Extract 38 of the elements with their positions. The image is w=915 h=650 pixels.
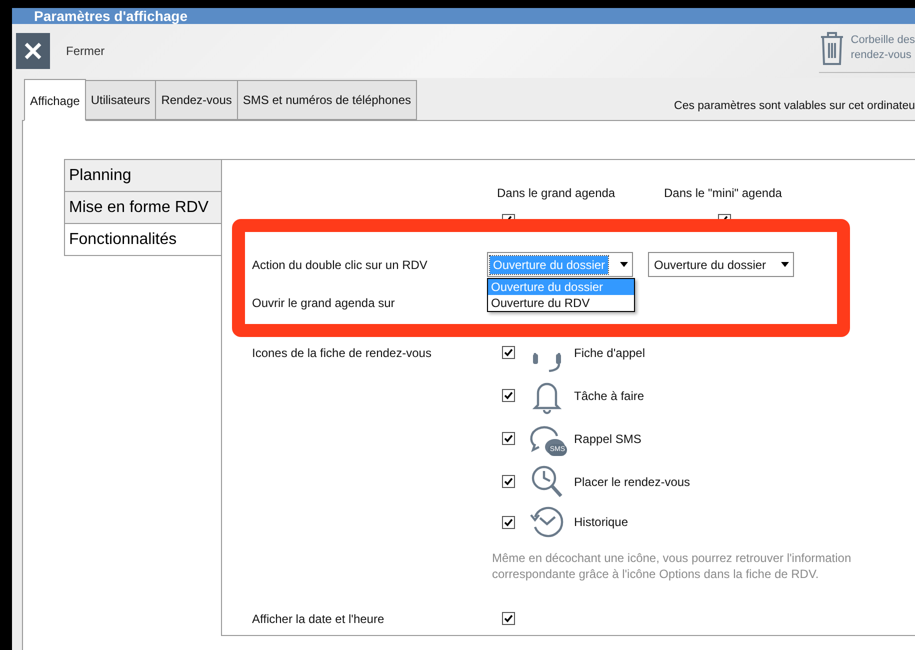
- column-header: Dans le grand agenda: [496, 186, 616, 200]
- help-note: Même en décochant une icône, vous pourrez retrouver l'information correspondante grâce à l'icône Options dans la fiche de RDV.: [492, 550, 852, 582]
- section-tab[interactable]: Fonctionnalités: [64, 224, 222, 256]
- trash-button[interactable]: Corbeille des rendez-vous: [818, 30, 915, 72]
- column-header: Dans le "mini" agenda: [663, 186, 783, 200]
- tab[interactable]: Rendez-vous: [156, 80, 238, 120]
- close-button[interactable]: [16, 33, 50, 69]
- dropdown[interactable]: Ouverture du dossier: [648, 252, 794, 277]
- dropdown-option[interactable]: Ouverture du RDV: [488, 295, 634, 311]
- caret-icon: [620, 262, 628, 267]
- checkbox[interactable]: [502, 475, 515, 488]
- trash-icon: [818, 30, 845, 66]
- checkbox[interactable]: [718, 214, 731, 219]
- checkbox[interactable]: [502, 516, 515, 528]
- close-label: Fermer: [66, 44, 105, 58]
- option-label: Placer le rendez-vous: [574, 474, 690, 488]
- checkbox[interactable]: [502, 612, 515, 625]
- tab[interactable]: SMS et numéros de téléphones: [238, 80, 418, 120]
- tab[interactable]: Utilisateurs: [86, 80, 156, 120]
- setting-label: Afficher la date et l'heure: [252, 612, 386, 626]
- checkbox[interactable]: [502, 432, 515, 445]
- option-label: Tâche à faire: [574, 388, 644, 402]
- checkbox[interactable]: [502, 214, 515, 219]
- tab[interactable]: Affichage: [24, 79, 86, 121]
- setting-label: Icones de la fiche de rendez-vous: [252, 346, 432, 360]
- scope-note: Ces paramètres sont valables sur cet ordinateu: [674, 100, 915, 112]
- setting-label: Action du double clic sur un RDV: [252, 258, 428, 272]
- caret-icon: [781, 262, 789, 267]
- checkbox[interactable]: [502, 346, 515, 359]
- option-label: Fiche d'appel: [574, 346, 646, 360]
- section-tab[interactable]: Mise en forme RDV: [64, 192, 222, 224]
- close-icon: [24, 42, 42, 60]
- checkbox[interactable]: [502, 389, 515, 402]
- window-title: Paramètres d'affichage: [12, 8, 915, 24]
- option-label: Rappel SMS: [574, 432, 642, 446]
- setting-label: Ouvrir le grand agenda sur: [252, 296, 396, 310]
- option-label: Historique: [574, 515, 628, 529]
- section-tab[interactable]: Planning: [64, 159, 222, 192]
